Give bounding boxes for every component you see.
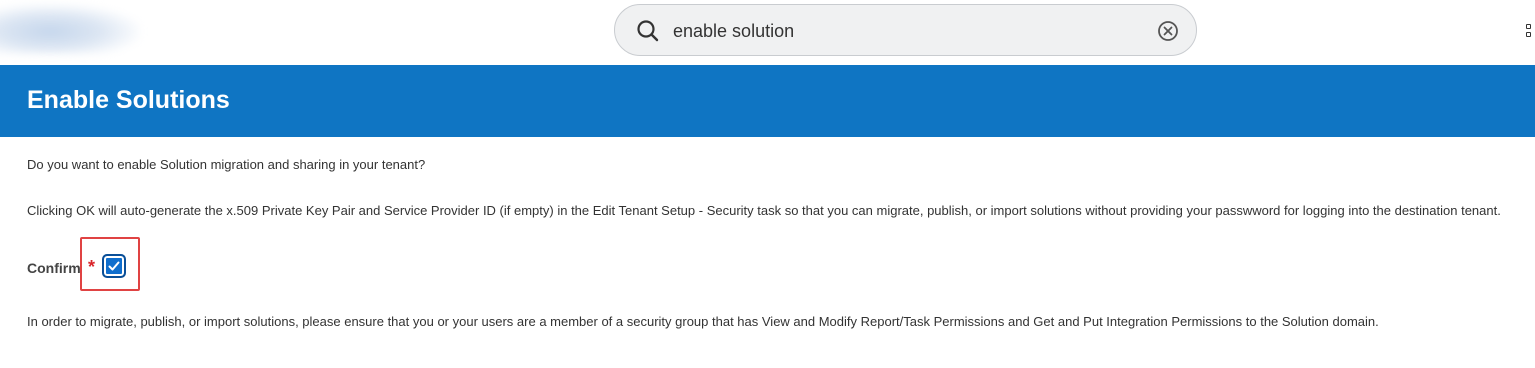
top-bar: enable solution [0,0,1535,65]
confirm-checkbox[interactable] [102,254,126,278]
page-title: Enable Solutions [27,86,230,114]
permissions-note: In order to migrate, publish, or import … [27,314,1379,329]
description-text: Clicking OK will auto-generate the x.509… [27,203,1501,218]
question-text: Do you want to enable Solution migration… [27,157,426,172]
apps-grid-icon[interactable] [1524,21,1535,41]
search-bar[interactable]: enable solution [614,4,1197,56]
confirm-label: Confirm [27,260,81,276]
clear-icon[interactable] [1156,19,1180,43]
search-input[interactable]: enable solution [673,19,794,43]
search-icon [637,20,659,42]
company-logo[interactable] [0,4,140,54]
checkmark-icon [108,261,120,271]
page-header-banner: Enable Solutions [0,65,1535,137]
